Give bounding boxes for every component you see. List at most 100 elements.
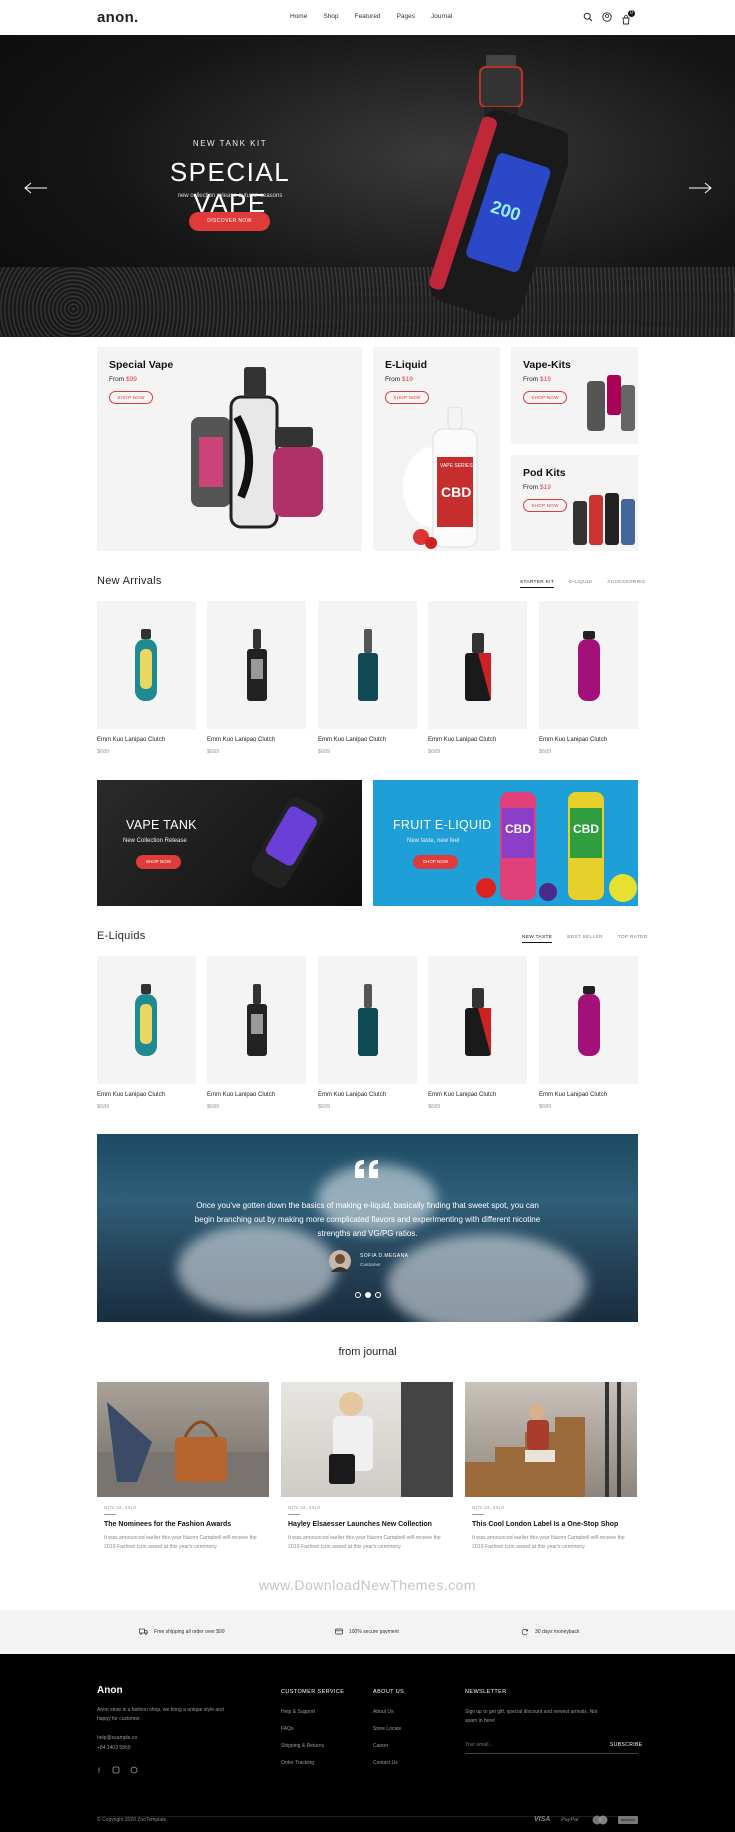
site-logo[interactable]: anon. [97,9,139,26]
footer-link-store-locate[interactable]: Store Locate [373,1726,401,1732]
product-name[interactable]: Emm Kuo Lanipao Clutch [428,1092,527,1098]
service-shipping: Free shipping all order over $99 [154,1628,225,1635]
discover-now-button[interactable]: DISCOVER NOW [189,212,270,231]
product-image[interactable] [207,601,306,729]
journal-post-image[interactable] [465,1382,637,1497]
product-card[interactable]: Emm Kuo Lanipao Clutch $689 [539,601,638,755]
product-image[interactable] [207,956,306,1084]
newsletter-email-input[interactable] [465,1739,595,1751]
product-image[interactable] [539,601,638,729]
journal-post[interactable]: NOV 02, 2019 Hayley Elsaesser Launches N… [281,1382,453,1551]
product-card[interactable]: Emm Kuo Lanipao Clutch $689 [97,601,196,755]
slider-dot-active[interactable] [365,1292,371,1298]
post-title[interactable]: Hayley Elsaesser Launches New Collection [281,1521,453,1528]
product-card[interactable]: Emm Kuo Lanipao Clutch $689 [207,601,306,755]
product-name[interactable]: Emm Kuo Lanipao Clutch [539,1092,638,1098]
hero-next-arrow[interactable] [688,182,712,194]
shop-now-button[interactable]: SHOP NOW [385,391,429,404]
shop-now-button[interactable]: SHOP NOW [109,391,153,404]
product-price: $689 [97,749,110,755]
nav-journal[interactable]: Journal [431,13,452,20]
vape-kits-image [587,375,635,431]
tab-starter-kit[interactable]: STARTER KIT [520,580,555,588]
footer-link-order-tracking[interactable]: Order Tracking [281,1760,314,1766]
tab-accessories[interactable]: ACCESSORIES [607,580,645,588]
product-name[interactable]: Emm Kuo Lanipao Clutch [207,1092,306,1098]
about-us-heading: ABOUT US [373,1689,405,1695]
user-icon[interactable] [602,12,612,22]
product-name[interactable]: Emm Kuo Lanipao Clutch [97,737,196,743]
category-tile-special-vape[interactable]: Special Vape From $99 SHOP NOW [97,347,362,551]
product-card[interactable]: Emm Kuo Lanipao Clutch $689 [207,956,306,1110]
nav-featured[interactable]: Featured [355,13,381,20]
category-tile-pod-kits[interactable]: Pod Kits From $19 SHOP NOW [511,455,638,551]
footer-email[interactable]: help@example.co [97,1735,137,1741]
product-image[interactable] [318,601,417,729]
footer-link-faqs[interactable]: FAQs [281,1726,294,1732]
journal-post[interactable]: NOV 02, 2019 The Nominees for the Fashio… [97,1382,269,1551]
hero-rock-texture [0,267,735,337]
product-image[interactable] [539,956,638,1084]
product-card[interactable]: Emm Kuo Lanipao Clutch $689 [97,956,196,1110]
product-name[interactable]: Emm Kuo Lanipao Clutch [318,737,417,743]
instagram-icon[interactable] [112,1766,120,1774]
customer-service-heading: CUSTOMER SERVICE [281,1689,345,1695]
product-image[interactable] [428,601,527,729]
journal-post-image[interactable] [281,1382,453,1497]
product-image[interactable] [97,601,196,729]
post-title[interactable]: This Cool London Label Is a One-Stop Sho… [465,1521,637,1528]
shop-now-button[interactable]: SHOP NOW [413,855,458,869]
e-liquids-tabs: NEW TASTE BEST SELLER TOP RATED [522,935,647,943]
product-name[interactable]: Emm Kuo Lanipao Clutch [318,1092,417,1098]
nav-shop[interactable]: Shop [323,13,338,20]
footer-link-about-us[interactable]: About Us [373,1709,394,1715]
tab-best-seller[interactable]: BEST SELLER [567,935,602,943]
product-image[interactable] [97,956,196,1084]
shop-now-button[interactable]: SHOP NOW [523,499,567,512]
footer-link-shipping-returns[interactable]: Shipping & Returns [281,1743,324,1749]
shop-now-button[interactable]: SHOP NOW [523,391,567,404]
journal-post-image[interactable] [97,1382,269,1497]
product-card[interactable]: Emm Kuo Lanipao Clutch $689 [428,601,527,755]
tab-new-taste[interactable]: NEW TASTE [522,935,553,943]
shop-now-button[interactable]: SHOP NOW [136,855,181,869]
product-card[interactable]: Emm Kuo Lanipao Clutch $689 [539,956,638,1110]
slider-dot[interactable] [355,1292,361,1298]
product-name[interactable]: Emm Kuo Lanipao Clutch [539,737,638,743]
product-card[interactable]: Emm Kuo Lanipao Clutch $689 [318,601,417,755]
product-image[interactable] [428,956,527,1084]
product-name[interactable]: Emm Kuo Lanipao Clutch [428,737,527,743]
nav-pages[interactable]: Pages [397,13,415,20]
footer-link-help-support[interactable]: Help & Support [281,1709,315,1715]
search-icon[interactable] [583,12,593,22]
post-title[interactable]: The Nominees for the Fashion Awards [97,1521,269,1528]
product-price: $689 [207,1104,220,1110]
banner-fruit-e-liquid[interactable]: CBD CBD FRUIT E-LIQUID New taste, new fe… [373,780,638,906]
service-item: 30 days moneyback [521,1628,579,1636]
category-tile-e-liquid[interactable]: E-Liquid From $19 SHOP NOW VAPE SERIES C… [373,347,500,551]
subscribe-button[interactable]: SUBSCRIBE [610,1742,643,1748]
post-date: NOV 02, 2019 [288,1505,321,1510]
footer-logo[interactable]: Anon [97,1685,123,1696]
product-name[interactable]: Emm Kuo Lanipao Clutch [207,737,306,743]
product-card[interactable]: Emm Kuo Lanipao Clutch $689 [428,956,527,1110]
product-image[interactable] [318,956,417,1084]
tab-e-liquid[interactable]: E-LIQUID [569,580,592,588]
footer-divider [97,1816,638,1817]
footer-link-career[interactable]: Career [373,1743,388,1749]
product-name[interactable]: Emm Kuo Lanipao Clutch [97,1092,196,1098]
footer-link-contact-us[interactable]: Contact Us [373,1760,398,1766]
product-card[interactable]: Emm Kuo Lanipao Clutch $689 [318,956,417,1110]
journal-post[interactable]: NOV 03, 2019 This Cool London Label Is a… [465,1382,637,1551]
cart-button[interactable]: 0 [621,10,635,25]
nav-home[interactable]: Home [290,13,307,20]
hero-prev-arrow[interactable] [24,182,48,194]
tab-top-rated[interactable]: TOP RATED [618,935,648,943]
banner-vape-tank[interactable]: VAPE TANK New Collection Release SHOP NO… [97,780,362,906]
category-tile-vape-kits[interactable]: Vape-Kits From $19 SHOP NOW [511,347,638,444]
pinterest-icon[interactable] [130,1766,138,1774]
facebook-icon[interactable]: f [98,1768,100,1774]
category-price: From $19 [523,376,551,383]
post-excerpt: It was announced earlier this year Naomi… [288,1535,441,1550]
slider-dot[interactable] [375,1292,381,1298]
